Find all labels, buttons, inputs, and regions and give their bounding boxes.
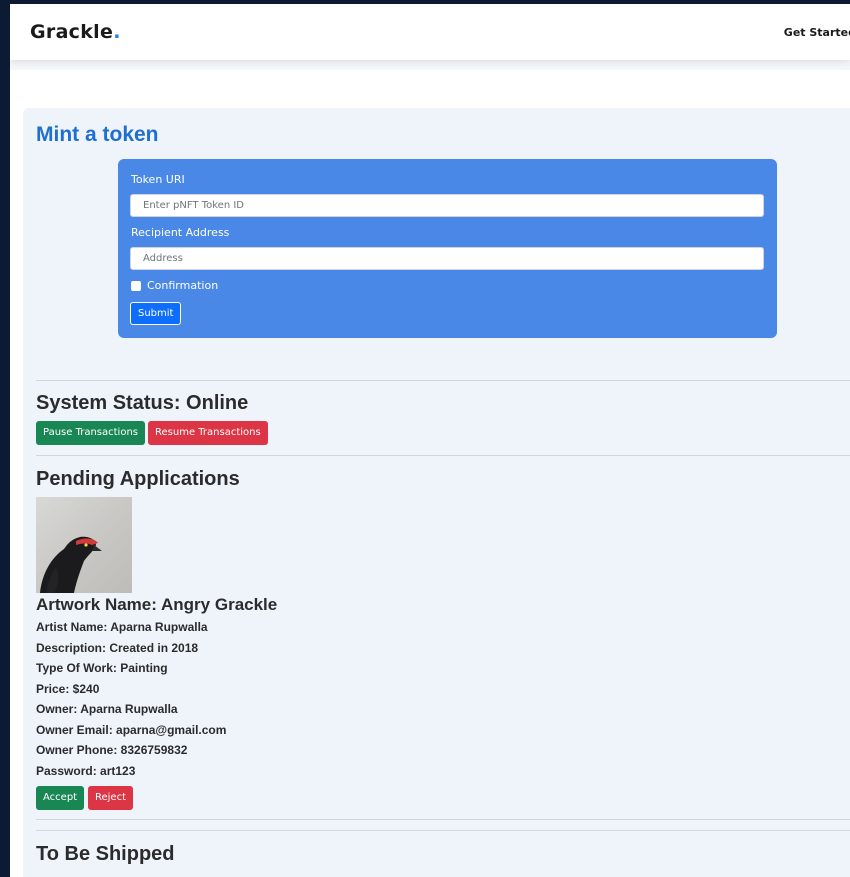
owner: Owner: Aparna Rupwalla [36, 702, 178, 716]
resume-transactions-button[interactable]: Resume Transactions [148, 421, 268, 445]
submit-button[interactable]: Submit [130, 302, 182, 325]
navbar-shadow [10, 60, 850, 70]
accept-button[interactable]: Accept [36, 786, 85, 810]
artwork-name: Artwork Name: Angry Grackle [36, 595, 278, 614]
owner-email: Owner Email: aparna@gmail.com [36, 723, 227, 737]
confirmation-row: Confirmation [131, 279, 218, 292]
divider [36, 455, 850, 456]
price: Price: $240 [36, 682, 100, 696]
description: Description: Created in 2018 [36, 641, 199, 655]
pending-applications-title: Pending Applications [36, 468, 240, 490]
get-started-link[interactable]: Get Started [784, 26, 850, 39]
grackle-bird-icon [40, 536, 102, 593]
recipient-address-input[interactable]: Address [130, 247, 764, 270]
type-of-work: Type Of Work: Painting [36, 661, 168, 675]
reject-button[interactable]: Reject [88, 786, 134, 810]
artist-name: Artist Name: Aparna Rupwalla [36, 620, 208, 634]
owner-phone: Owner Phone: 8326759832 [36, 743, 188, 757]
to-be-shipped-title: To Be Shipped [36, 843, 175, 865]
admin-panel: Mint a token Token URI Enter pNFT Token … [23, 108, 850, 877]
mint-title: Mint a token [36, 123, 159, 146]
system-status-title: System Status: Online [36, 392, 249, 414]
confirmation-label: Confirmation [147, 279, 219, 292]
confirmation-checkbox[interactable] [131, 280, 141, 291]
divider [36, 380, 850, 381]
divider [36, 830, 850, 831]
page: Grackle. Get Started Mint a token Token … [10, 4, 850, 877]
mint-form: Token URI Enter pNFT Token ID Recipient … [118, 159, 777, 338]
divider [36, 819, 850, 820]
navbar: Grackle. Get Started [10, 4, 850, 60]
artwork-image [36, 497, 132, 593]
brand-dot: . [113, 21, 121, 43]
password: Password: art123 [36, 764, 136, 778]
token-uri-input[interactable]: Enter pNFT Token ID [130, 194, 764, 217]
token-uri-label: Token URI [131, 173, 185, 186]
brand-name: Grackle [30, 21, 114, 43]
pause-transactions-button[interactable]: Pause Transactions [36, 421, 146, 445]
recipient-address-label: Recipient Address [131, 226, 230, 239]
brand-logo[interactable]: Grackle. [30, 21, 121, 43]
